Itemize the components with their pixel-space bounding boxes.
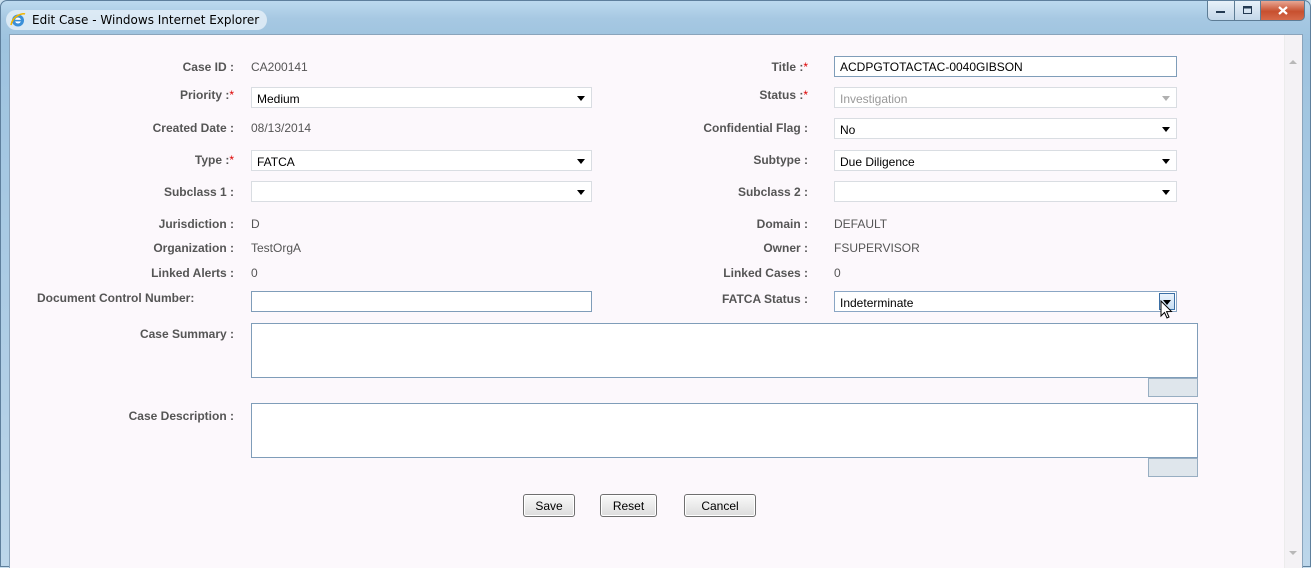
organization-label: Organization : [153,241,234,255]
confidential-flag-value: No [840,123,856,137]
case-id-label: Case ID : [182,60,234,74]
chevron-down-icon [1162,190,1170,195]
fatca-status-select[interactable]: Indeterminate [834,291,1177,312]
subtype-label: Subtype : [753,153,808,167]
type-select[interactable]: FATCA [251,150,592,171]
chevron-down-icon [1162,159,1170,164]
priority-value: Medium [257,92,300,106]
jurisdiction-value: D [251,217,260,231]
case-id-value: CA200141 [251,60,308,74]
reset-button[interactable]: Reset [600,494,657,517]
close-button[interactable] [1261,1,1305,21]
title-label: Title :* [771,60,808,74]
priority-select[interactable]: Medium [251,87,592,108]
window-title: Edit Case - Windows Internet Explorer [32,13,260,27]
chevron-down-icon [1162,96,1170,101]
status-value: Investigation [840,92,908,106]
title-wrap: Edit Case - Windows Internet Explorer [6,10,268,30]
owner-value: FSUPERVISOR [834,241,920,255]
type-label: Type :* [194,153,234,167]
save-button[interactable]: Save [523,494,575,517]
browser-window: Edit Case - Windows Internet Explorer Ca… [0,0,1311,568]
case-description-textarea[interactable] [251,403,1198,458]
subtype-select[interactable]: Due Diligence [834,150,1177,171]
owner-label: Owner : [763,241,808,255]
case-description-resize-grip[interactable] [1148,458,1198,477]
chevron-down-icon [577,96,585,101]
maximize-button[interactable] [1235,1,1261,21]
case-summary-label: Case Summary : [139,327,234,341]
subclass1-label: Subclass 1 : [163,185,234,199]
scroll-up-icon[interactable] [1289,60,1297,64]
title-input[interactable]: ACDPGTOTACTAC-0040GIBSON [834,56,1177,77]
priority-label: Priority :* [179,88,234,102]
linked-alerts-label: Linked Alerts : [151,266,234,280]
required-marker: * [229,153,234,167]
scroll-down-icon[interactable] [1289,551,1297,555]
title-bar: Edit Case - Windows Internet Explorer [1,1,1310,35]
subtype-value: Due Diligence [840,155,915,169]
required-marker: * [803,60,808,74]
created-date-label: Created Date : [152,121,234,135]
organization-value: TestOrgA [251,241,302,255]
maximize-icon [1242,6,1252,14]
linked-cases-label: Linked Cases : [723,266,808,280]
domain-value: DEFAULT [834,217,888,231]
page-content: Case ID : CA200141 Title :* ACDPGTOTACTA… [9,34,1303,568]
case-summary-resize-grip[interactable] [1148,378,1198,397]
chevron-down-icon [1162,127,1170,132]
linked-alerts-value: 0 [251,266,258,280]
jurisdiction-label: Jurisdiction : [158,217,234,231]
required-marker: * [229,88,234,102]
status-select: Investigation [834,87,1177,108]
mouse-pointer-icon [1160,300,1173,319]
close-icon [1277,6,1288,15]
chevron-down-icon [577,159,585,164]
confidential-flag-label: Confidential Flag : [703,121,808,135]
created-date-value: 08/13/2014 [251,121,312,135]
status-label: Status :* [759,88,808,102]
document-control-number-label: Document Control Number: [37,291,195,305]
document-control-number-input[interactable] [251,291,592,312]
vertical-scrollbar[interactable] [1284,35,1302,568]
internet-explorer-icon [10,12,26,27]
domain-label: Domain : [756,217,808,231]
required-marker: * [803,88,808,102]
type-value: FATCA [257,155,295,169]
confidential-flag-select[interactable]: No [834,118,1177,139]
window-controls [1207,1,1305,21]
linked-cases-value: 0 [834,266,841,280]
chevron-down-icon [577,190,585,195]
fatca-status-label: FATCA Status : [722,292,808,306]
subclass1-select[interactable] [251,181,592,202]
case-description-label: Case Description : [128,409,234,423]
minimize-button[interactable] [1207,1,1235,21]
case-summary-textarea[interactable] [251,323,1198,378]
cancel-button[interactable]: Cancel [684,494,756,517]
subclass2-select[interactable] [834,181,1177,202]
minimize-icon [1216,10,1225,13]
fatca-status-value: Indeterminate [840,296,914,310]
subclass2-label: Subclass 2 : [737,185,808,199]
